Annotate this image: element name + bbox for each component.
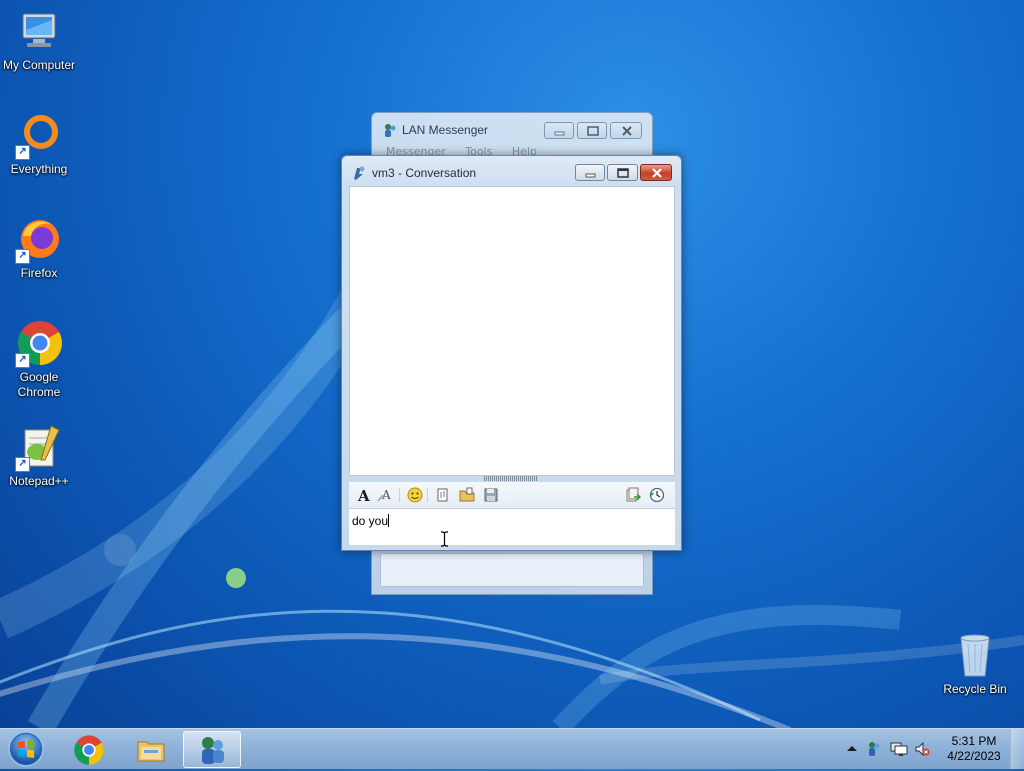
taskbar-chrome[interactable] bbox=[60, 731, 118, 768]
smiley-icon[interactable] bbox=[405, 485, 425, 505]
desktop-icon-recycle-bin[interactable]: Recycle Bin bbox=[936, 632, 1014, 697]
font-icon[interactable]: A bbox=[354, 485, 374, 505]
send-folder-icon[interactable] bbox=[457, 485, 477, 505]
message-input[interactable]: do you bbox=[349, 508, 675, 545]
shortcut-arrow-icon: ↗ bbox=[15, 353, 30, 368]
clock-time: 5:31 PM bbox=[951, 734, 997, 748]
chat-window-icon bbox=[354, 166, 365, 180]
show-hidden-icons[interactable] bbox=[844, 741, 860, 757]
close-button[interactable] bbox=[610, 122, 642, 139]
status-input-panel bbox=[380, 553, 644, 587]
recycle-bin-icon bbox=[951, 632, 999, 680]
show-desktop-button[interactable] bbox=[1010, 729, 1024, 769]
window-title: vm3 - Conversation bbox=[372, 166, 477, 180]
computer-icon bbox=[15, 8, 63, 56]
history-export-icon[interactable] bbox=[623, 485, 643, 505]
title-bar[interactable]: vm3 - Conversation bbox=[342, 156, 681, 186]
firefox-icon: ↗ bbox=[15, 216, 63, 264]
formatting-toolbar: A A bbox=[349, 482, 675, 508]
svg-text:A: A bbox=[357, 487, 370, 503]
text-caret bbox=[388, 514, 390, 527]
desktop-icon-label: Everything bbox=[10, 162, 68, 176]
message-input-text: do you bbox=[352, 514, 390, 528]
chrome-icon: ↗ bbox=[15, 320, 63, 368]
everything-icon: ↗ bbox=[15, 112, 63, 160]
chrome-icon bbox=[74, 735, 104, 765]
text-cursor-icon bbox=[441, 531, 448, 547]
taskbar-explorer[interactable] bbox=[122, 731, 180, 768]
toolbar-separator bbox=[427, 488, 428, 502]
desktop-icon-notepadpp[interactable]: ↗ Notepad++ bbox=[0, 424, 78, 489]
splitter-handle[interactable] bbox=[484, 476, 538, 481]
network-icon[interactable] bbox=[890, 741, 908, 757]
desktop-icon-everything[interactable]: ↗ Everything bbox=[0, 112, 78, 177]
lan-messenger-tray-icon[interactable] bbox=[866, 741, 882, 757]
maximize-button[interactable] bbox=[607, 164, 638, 181]
clock-date: 4/22/2023 bbox=[947, 749, 1001, 763]
send-file-icon[interactable] bbox=[433, 485, 453, 505]
desktop-icon-label: Firefox bbox=[20, 266, 58, 280]
desktop-icon-label: Notepad++ bbox=[9, 474, 69, 488]
close-button[interactable] bbox=[640, 164, 672, 181]
desktop-icon-label: Recycle Bin bbox=[943, 682, 1007, 696]
start-button[interactable] bbox=[4, 730, 48, 768]
desktop-icon-google-chrome[interactable]: ↗ Google Chrome bbox=[0, 320, 78, 400]
conversation-window[interactable]: vm3 - Conversation A A do you bbox=[341, 155, 682, 551]
taskbar-lan-messenger[interactable] bbox=[183, 731, 241, 768]
desktop-icon-label: My Computer bbox=[2, 58, 76, 72]
minimize-button[interactable] bbox=[544, 122, 574, 139]
desktop-icon-firefox[interactable]: ↗ Firefox bbox=[0, 216, 78, 281]
windows-logo-icon bbox=[8, 731, 44, 767]
taskbar: 5:31 PM 4/22/2023 bbox=[0, 728, 1024, 769]
shortcut-arrow-icon: ↗ bbox=[15, 249, 30, 264]
desktop-icon-label: Google Chrome bbox=[17, 370, 61, 399]
volume-muted-icon[interactable] bbox=[914, 741, 930, 757]
system-clock[interactable]: 5:31 PM 4/22/2023 bbox=[940, 734, 1008, 764]
save-icon[interactable] bbox=[481, 485, 501, 505]
lan-messenger-icon bbox=[385, 124, 396, 137]
window-title: LAN Messenger bbox=[402, 123, 489, 137]
toolbar-separator bbox=[399, 488, 400, 502]
history-icon[interactable] bbox=[647, 485, 667, 505]
maximize-button[interactable] bbox=[577, 122, 607, 139]
shortcut-arrow-icon: ↗ bbox=[15, 457, 30, 472]
lan-messenger-icon bbox=[202, 737, 224, 764]
explorer-icon bbox=[137, 741, 165, 762]
shortcut-arrow-icon: ↗ bbox=[15, 145, 30, 160]
font-color-icon[interactable]: A bbox=[376, 485, 396, 505]
desktop-icon-my-computer[interactable]: My Computer bbox=[0, 8, 78, 73]
minimize-button[interactable] bbox=[575, 164, 605, 181]
message-history[interactable] bbox=[349, 186, 675, 476]
notepadpp-icon: ↗ bbox=[15, 424, 63, 472]
